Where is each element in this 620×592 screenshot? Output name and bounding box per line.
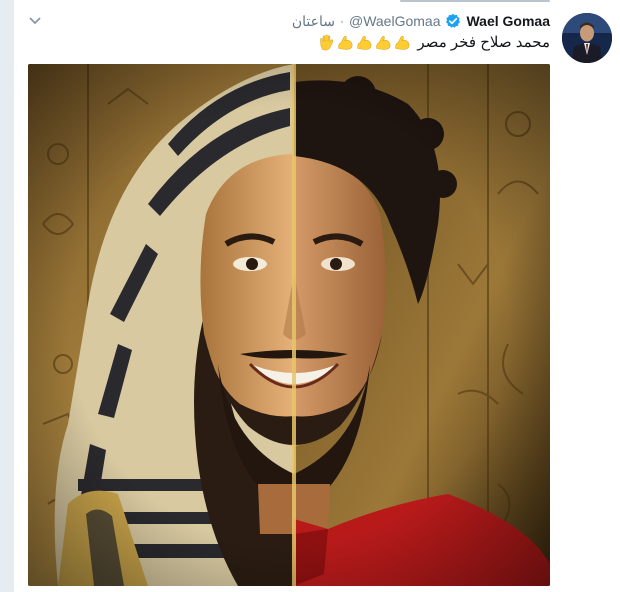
flexed-biceps-icon xyxy=(357,35,372,50)
avatar-image xyxy=(562,13,612,63)
tweet-header: ساعتان · @WaelGomaa Wael Gomaa xyxy=(292,12,550,30)
meta-separator: · xyxy=(339,14,344,28)
author-name[interactable]: Wael Gomaa xyxy=(466,13,550,29)
author-avatar[interactable] xyxy=(562,13,612,63)
raised-hand-icon xyxy=(320,34,334,50)
tweet-text: محمد صلاح فخر مصر xyxy=(318,33,550,51)
tweet-timestamp[interactable]: ساعتان xyxy=(292,13,335,30)
flexed-biceps-icon xyxy=(395,35,410,50)
tweet-options-button[interactable] xyxy=(26,12,44,30)
chevron-down-icon xyxy=(29,17,41,25)
timeline-left-rail xyxy=(0,0,14,592)
verified-badge-icon xyxy=(446,13,461,28)
previous-tweet-clip xyxy=(380,0,560,4)
flexed-biceps-icon xyxy=(338,35,353,50)
flexed-biceps-icon xyxy=(376,35,391,50)
emoji-group xyxy=(318,34,411,51)
pharaoh-footballer-illustration xyxy=(28,64,550,586)
tweet-body: محمد صلاح فخر مصر xyxy=(417,34,550,51)
tweet-media-image[interactable] xyxy=(28,64,550,586)
author-handle[interactable]: @WaelGomaa xyxy=(349,13,441,29)
